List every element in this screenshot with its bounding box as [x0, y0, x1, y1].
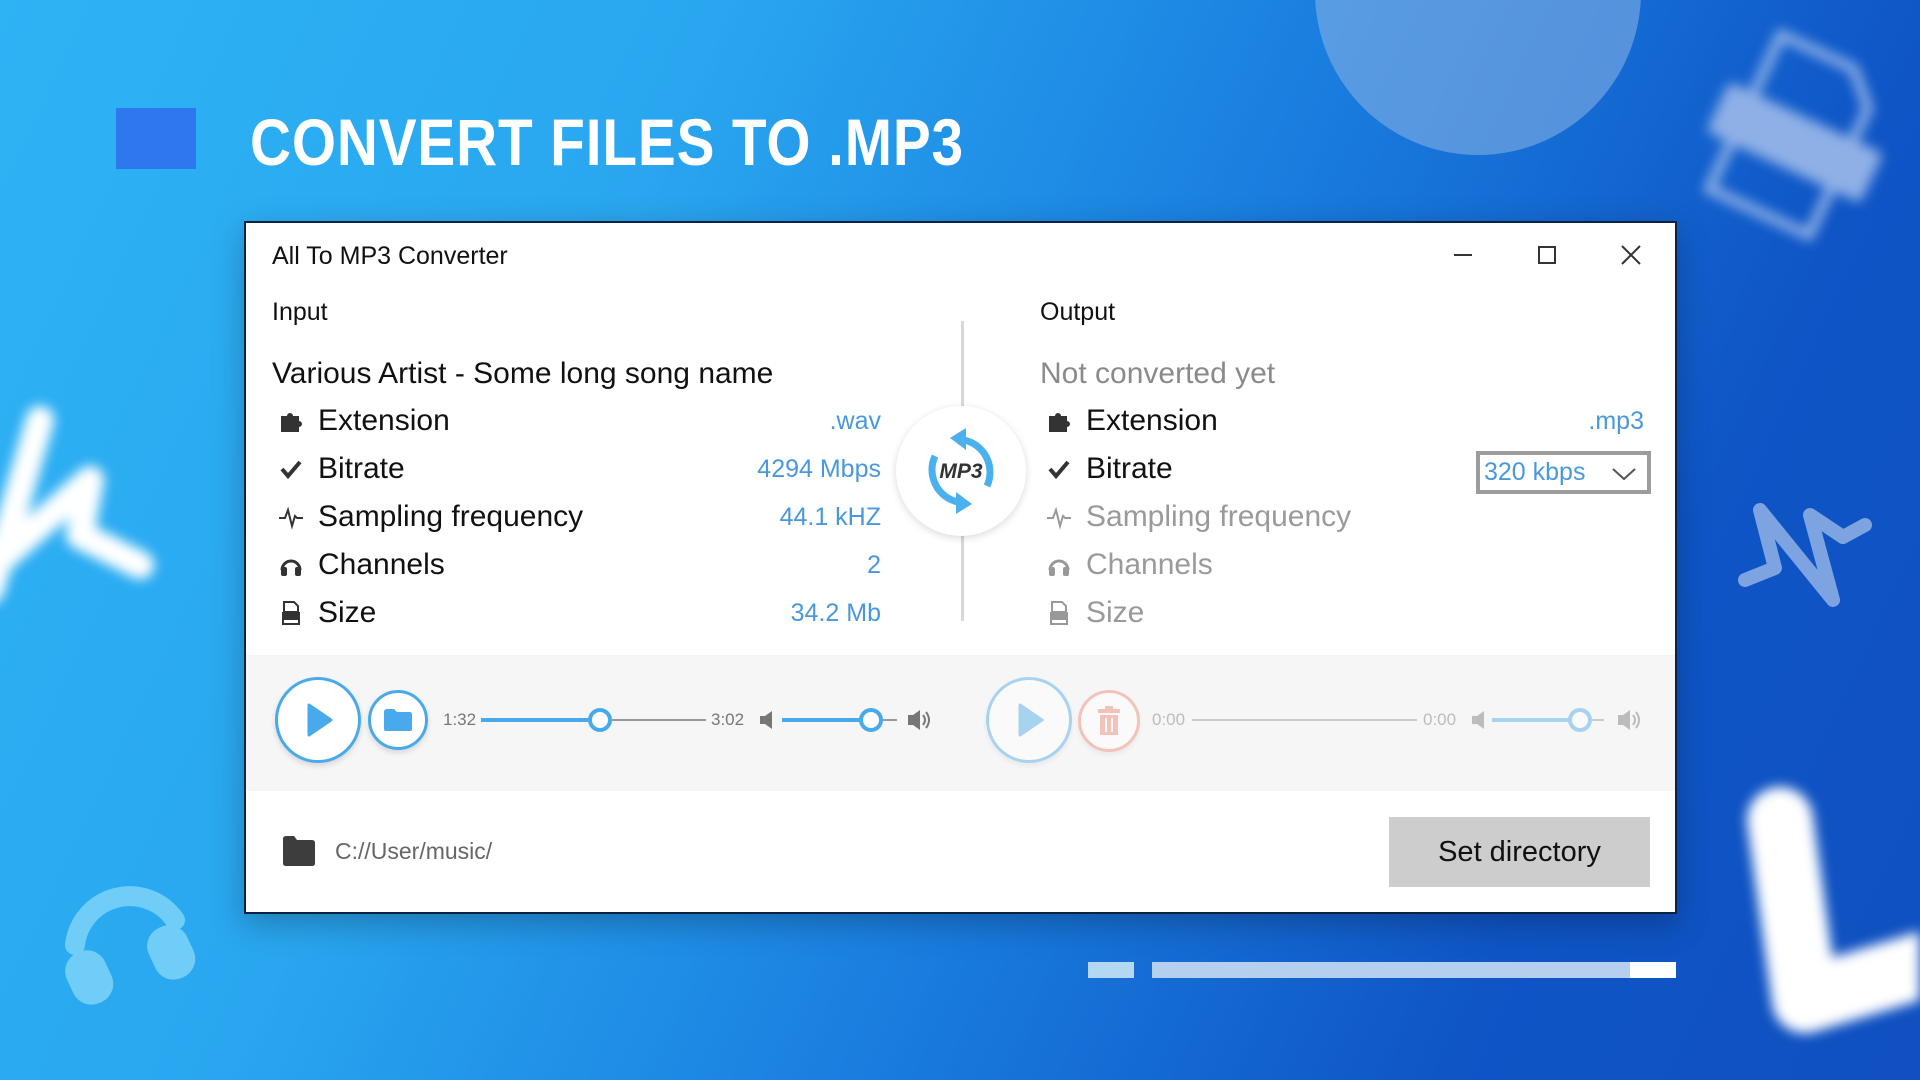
window-title: All To MP3 Converter — [272, 242, 508, 270]
output-property-sampling: Sampling frequency — [1044, 497, 1644, 537]
open-file-button[interactable] — [368, 690, 428, 750]
headphones-icon — [1044, 550, 1074, 580]
decorative-circle — [1315, 0, 1641, 155]
input-current-time: 1:32 — [443, 710, 477, 729]
mp3-badge-text: MP3 — [939, 460, 983, 483]
input-property-channels: Channels 2 — [276, 545, 881, 585]
close-button[interactable] — [1609, 233, 1653, 277]
volume-low-icon[interactable] — [1470, 709, 1488, 731]
deco-bar-long — [1152, 962, 1630, 978]
maximize-button[interactable] — [1525, 233, 1569, 277]
input-section-label: Input — [272, 298, 328, 326]
play-icon — [307, 703, 333, 737]
convert-button[interactable]: MP3 — [896, 406, 1026, 536]
puzzle-icon — [276, 406, 306, 436]
pulse-deco-icon — [0, 406, 154, 600]
file-icon — [1044, 598, 1074, 628]
output-play-button[interactable] — [986, 677, 1072, 763]
output-current-time: 0:00 — [1152, 710, 1186, 729]
input-volume-knob[interactable] — [858, 708, 883, 732]
input-seek-slider[interactable] — [481, 708, 706, 732]
output-track-title: Not converted yet — [1040, 357, 1276, 390]
minimize-button[interactable] — [1441, 233, 1485, 277]
input-total-time: 3:02 — [711, 710, 745, 729]
output-volume-knob[interactable] — [1568, 708, 1593, 732]
maximize-icon — [1538, 246, 1556, 264]
volume-high-icon[interactable] — [1616, 707, 1642, 733]
output-seek-slider[interactable] — [1192, 708, 1417, 732]
check-icon — [1044, 454, 1074, 484]
pulse-icon — [276, 502, 306, 532]
minimize-icon — [1454, 254, 1472, 256]
directory-path: C://User/music/ — [335, 838, 493, 864]
hero-title: CONVERT FILES TO .MP3 — [250, 105, 964, 179]
deco-bar-short — [1088, 962, 1134, 978]
close-icon — [1621, 245, 1641, 265]
input-sampling-value: 44.1 kHZ — [779, 502, 881, 531]
file-deco-icon — [1702, 28, 1882, 242]
deco-bar-end — [1630, 962, 1676, 978]
input-seek-knob[interactable] — [588, 708, 613, 732]
bitrate-dropdown[interactable]: 320 kbps — [1476, 451, 1651, 494]
output-volume-slider[interactable] — [1492, 708, 1604, 732]
input-bitrate-value: 4294 Mbps — [757, 454, 881, 483]
check-icon — [276, 454, 306, 484]
set-directory-button[interactable]: Set directory — [1389, 817, 1650, 887]
bitrate-dropdown-value: 320 kbps — [1484, 458, 1586, 486]
convert-arrows-icon: MP3 — [928, 428, 994, 514]
output-property-size: Size — [1044, 593, 1644, 633]
input-size-value: 34.2 Mb — [790, 598, 881, 627]
input-property-size: Size 34.2 Mb — [276, 593, 881, 633]
chevron-down-icon — [1612, 467, 1636, 480]
input-extension-value: .wav — [829, 406, 881, 435]
file-icon — [276, 598, 306, 628]
output-property-channels: Channels — [1044, 545, 1644, 585]
folder-icon — [384, 709, 412, 731]
input-channels-value: 2 — [867, 550, 881, 579]
pulse-icon — [1044, 502, 1074, 532]
output-section-label: Output — [1040, 298, 1116, 326]
input-play-button[interactable] — [275, 677, 361, 763]
volume-high-icon[interactable] — [906, 707, 932, 733]
output-extension-value: .mp3 — [1588, 406, 1644, 435]
input-property-extension: Extension .wav — [276, 401, 881, 441]
headphones-icon — [276, 550, 306, 580]
input-track-title: Various Artist - Some long song name — [272, 357, 774, 390]
folder-icon — [283, 836, 315, 866]
player-band: 1:32 3:02 0:00 0:00 — [246, 655, 1675, 791]
input-property-bitrate: Bitrate 4294 Mbps — [276, 449, 881, 489]
trash-icon — [1098, 706, 1120, 735]
app-window: All To MP3 Converter Input Various Artis… — [244, 221, 1677, 914]
headphones-deco-icon — [65, 886, 196, 1005]
input-volume-slider[interactable] — [782, 708, 897, 732]
puzzle-icon — [1044, 406, 1074, 436]
output-property-extension: Extension .mp3 — [1044, 401, 1644, 441]
play-icon — [1018, 703, 1044, 737]
check-deco-icon — [1747, 787, 1920, 1033]
pulse-deco-icon-right — [1738, 503, 1872, 607]
input-property-sampling: Sampling frequency 44.1 kHZ — [276, 497, 881, 537]
volume-low-icon[interactable] — [758, 709, 776, 731]
hero-square — [116, 108, 196, 169]
output-total-time: 0:00 — [1423, 710, 1457, 729]
delete-button[interactable] — [1078, 690, 1140, 752]
